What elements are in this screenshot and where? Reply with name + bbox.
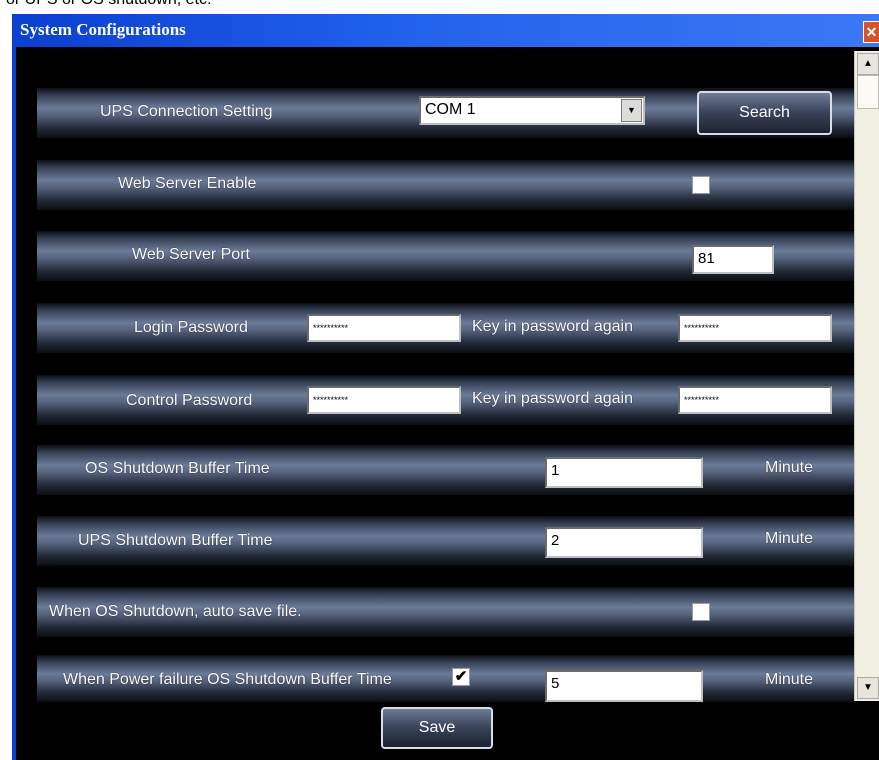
scroll-down-icon[interactable]: ▼ — [857, 677, 879, 699]
background-page-text: or UPS or OS shutdown, etc. — [0, 0, 879, 14]
web-server-enable-checkbox[interactable] — [692, 176, 710, 194]
login-password-row: Login Password ********** Key in passwor… — [37, 303, 855, 353]
power-failure-buffer-input[interactable]: 5 — [545, 670, 703, 702]
auto-save-label: When OS Shutdown, auto save file. — [49, 603, 302, 620]
os-shutdown-buffer-label: OS Shutdown Buffer Time — [85, 460, 270, 477]
ups-port-value: COM 1 — [425, 101, 476, 118]
os-shutdown-buffer-input[interactable]: 1 — [545, 457, 703, 488]
login-password-label: Login Password — [134, 319, 248, 336]
web-server-port-label: Web Server Port — [132, 246, 250, 263]
power-failure-buffer-label: When Power failure OS Shutdown Buffer Ti… — [63, 671, 392, 688]
web-server-enable-row: Web Server Enable — [37, 160, 855, 210]
window-title: System Configurations — [20, 20, 186, 39]
save-button[interactable]: Save — [381, 707, 493, 749]
title-bar[interactable]: System Configurations ✕ — [12, 14, 879, 47]
control-password-confirm-input[interactable]: ********** — [678, 386, 832, 414]
web-server-port-input[interactable]: 81 — [692, 245, 774, 274]
power-failure-checkbox[interactable]: ✔ — [452, 668, 470, 686]
close-icon[interactable]: ✕ — [863, 21, 879, 43]
scroll-up-icon[interactable]: ▲ — [857, 53, 879, 75]
os-shutdown-buffer-unit: Minute — [765, 459, 814, 476]
web-server-port-row: Web Server Port 81 — [37, 231, 855, 281]
chevron-down-icon[interactable]: ▼ — [621, 99, 642, 122]
control-password-confirm-label: Key in password again — [472, 390, 633, 407]
scroll-thumb[interactable] — [857, 75, 879, 109]
power-failure-buffer-row: When Power failure OS Shutdown Buffer Ti… — [37, 655, 855, 702]
ups-port-select[interactable]: COM 1 ▼ — [419, 96, 645, 125]
auto-save-row: When OS Shutdown, auto save file. — [37, 587, 855, 637]
control-password-input[interactable]: ********** — [307, 386, 461, 414]
control-password-label: Control Password — [126, 392, 253, 409]
ups-shutdown-buffer-unit: Minute — [765, 530, 814, 547]
web-server-enable-label: Web Server Enable — [118, 175, 257, 192]
login-password-confirm-input[interactable]: ********** — [678, 314, 832, 342]
system-configurations-dialog: System Configurations ✕ UPS Connection S… — [12, 14, 879, 760]
login-password-confirm-label: Key in password again — [472, 318, 633, 335]
search-button[interactable]: Search — [697, 91, 832, 135]
ups-shutdown-buffer-label: UPS Shutdown Buffer Time — [78, 532, 273, 549]
settings-panel: UPS Connection Setting COM 1 ▼ Search We… — [16, 47, 879, 760]
power-failure-buffer-unit: Minute — [765, 671, 814, 688]
ups-connection-row: UPS Connection Setting COM 1 ▼ Search — [37, 88, 855, 138]
vertical-scrollbar[interactable]: ▲ ▼ — [854, 51, 879, 701]
ups-shutdown-buffer-input[interactable]: 2 — [545, 527, 703, 558]
login-password-input[interactable]: ********** — [307, 314, 461, 342]
ups-connection-label: UPS Connection Setting — [100, 103, 273, 120]
ups-shutdown-buffer-row: UPS Shutdown Buffer Time 2 Minute — [37, 516, 855, 566]
control-password-row: Control Password ********** Key in passw… — [37, 375, 855, 425]
os-shutdown-buffer-row: OS Shutdown Buffer Time 1 Minute — [37, 445, 855, 495]
background-page-text-label: or UPS or OS shutdown, etc. — [6, 0, 211, 8]
auto-save-checkbox[interactable] — [692, 603, 710, 621]
